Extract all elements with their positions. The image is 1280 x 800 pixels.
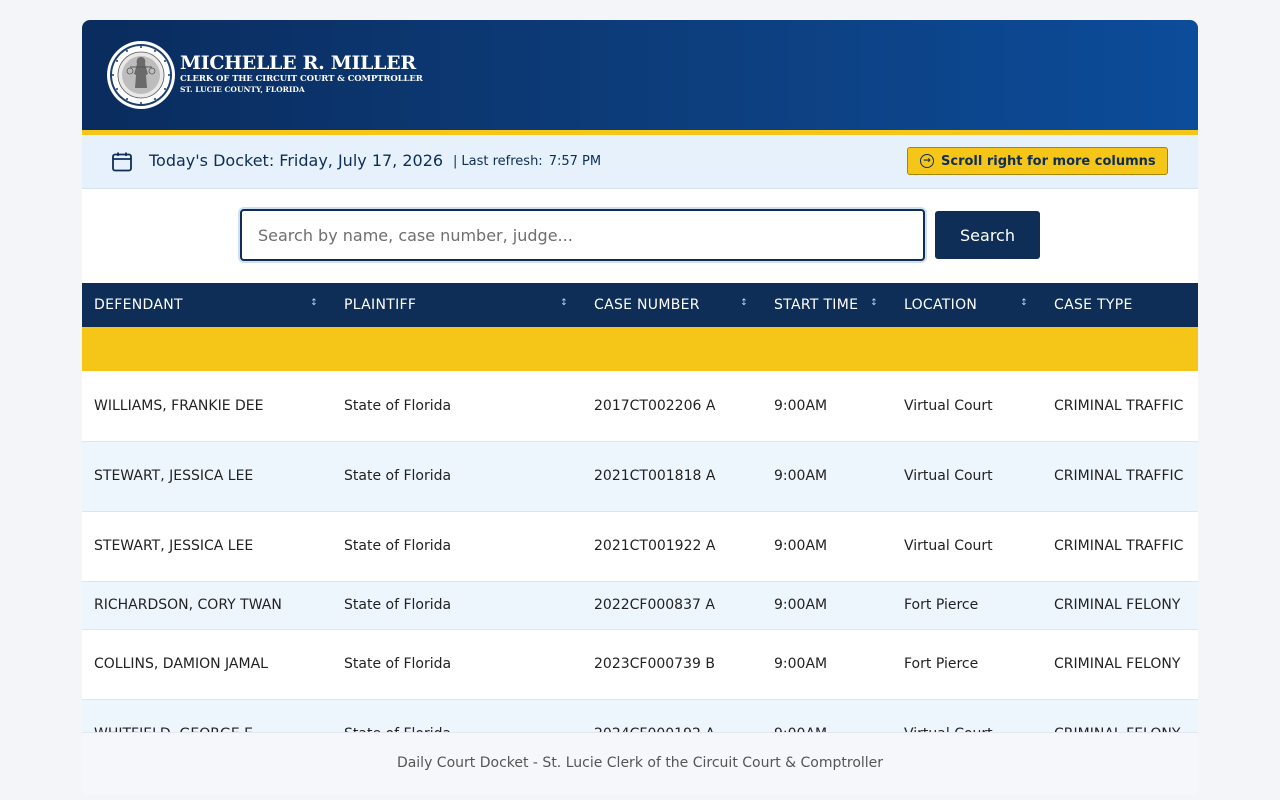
- cell-case-type: CRIMINAL TRAFFIC: [1042, 371, 1198, 442]
- cell-defendant: STEWART, JESSICA LEE: [82, 441, 332, 512]
- column-header-label: CASE NUMBER: [594, 297, 700, 313]
- cell-location: Fort Pierce: [892, 629, 1042, 700]
- search-input[interactable]: [240, 209, 925, 261]
- docket-card: MICHELLE R. MILLER CLERK OF THE CIRCUIT …: [82, 20, 1198, 795]
- column-header-label: DEFENDANT: [94, 297, 183, 313]
- cell-plaintiff: State of Florida: [332, 511, 582, 582]
- county-name: ST. LUCIE COUNTY, FLORIDA: [180, 85, 305, 94]
- refresh-label: Last refresh:: [461, 154, 543, 169]
- clerk-name: MICHELLE R. MILLER: [180, 52, 416, 74]
- column-header-plaintiff[interactable]: PLAINTIFF ↕: [332, 283, 582, 327]
- scroll-hint-label: Scroll right for more columns: [941, 153, 1156, 169]
- refresh-time: 7:57 PM: [548, 154, 602, 169]
- cell-plaintiff: State of Florida: [332, 441, 582, 512]
- table-row[interactable]: RICHARDSON, CORY TWAN State of Florida 2…: [82, 581, 1198, 630]
- cell-defendant: STEWART, JESSICA LEE: [82, 511, 332, 582]
- cell-case-type: CRIMINAL FELONY: [1042, 629, 1198, 700]
- cell-case-type: CRIMINAL FELONY: [1042, 581, 1198, 630]
- cell-location: Virtual Court: [892, 441, 1042, 512]
- county-seal-icon: [107, 41, 175, 109]
- refresh-separator: |: [453, 154, 458, 169]
- cell-case-type: CRIMINAL TRAFFIC: [1042, 511, 1198, 582]
- cell-start-time: 9:00AM: [762, 371, 892, 442]
- cell-defendant: COLLINS, DAMION JAMAL: [82, 629, 332, 700]
- column-header-defendant[interactable]: DEFENDANT ↕: [82, 283, 332, 327]
- docket-date-label: Today's Docket: Friday, July 17, 2026: [149, 151, 444, 170]
- cell-case-number: 2023CF000739 B: [582, 629, 762, 700]
- sort-icon: ↕: [310, 298, 318, 308]
- cell-plaintiff: State of Florida: [332, 629, 582, 700]
- search-area: Search: [82, 189, 1198, 283]
- sort-icon: ↕: [560, 298, 568, 308]
- column-header-label: START TIME: [774, 297, 859, 313]
- scroll-hint-button[interactable]: → Scroll right for more columns: [907, 147, 1168, 175]
- table-header-stripe: [82, 327, 1198, 371]
- cell-plaintiff: State of Florida: [332, 371, 582, 442]
- cell-case-number: 2021CT001922 A: [582, 511, 762, 582]
- column-header-label: LOCATION: [904, 297, 978, 313]
- cell-defendant: RICHARDSON, CORY TWAN: [82, 581, 332, 630]
- column-header-start-time[interactable]: START TIME ↕: [762, 283, 892, 327]
- brand-block: MICHELLE R. MILLER CLERK OF THE CIRCUIT …: [180, 52, 423, 95]
- last-refresh: | Last refresh: 7:57 PM: [453, 154, 601, 169]
- column-header-label: CASE TYPE: [1054, 297, 1133, 313]
- docket-info-bar: Today's Docket: Friday, July 17, 2026 | L…: [82, 135, 1198, 189]
- table-row[interactable]: WILLIAMS, FRANKIE DEE State of Florida 2…: [82, 371, 1198, 442]
- table-row[interactable]: STEWART, JESSICA LEE State of Florida 20…: [82, 441, 1198, 512]
- sort-icon: ↕: [740, 298, 748, 308]
- cell-start-time: 9:00AM: [762, 511, 892, 582]
- arrow-right-circle-icon: →: [920, 154, 934, 168]
- cell-case-number: 2022CF000837 A: [582, 581, 762, 630]
- table-row[interactable]: STEWART, JESSICA LEE State of Florida 20…: [82, 511, 1198, 582]
- cell-location: Virtual Court: [892, 511, 1042, 582]
- docket-table: DEFENDANT ↕ PLAINTIFF ↕ CASE NUMBER ↕ START…: [82, 283, 1198, 770]
- page-footer: Daily Court Docket - St. Lucie Clerk of …: [82, 732, 1198, 795]
- site-header: MICHELLE R. MILLER CLERK OF THE CIRCUIT …: [82, 20, 1198, 130]
- calendar-icon: [112, 152, 132, 172]
- cell-case-type: CRIMINAL TRAFFIC: [1042, 441, 1198, 512]
- cell-case-number: 2017CT002206 A: [582, 371, 762, 442]
- cell-case-number: 2021CT001818 A: [582, 441, 762, 512]
- search-button[interactable]: Search: [935, 211, 1040, 259]
- column-header-case-number[interactable]: CASE NUMBER ↕: [582, 283, 762, 327]
- sort-icon: ↕: [1020, 298, 1028, 308]
- cell-location: Virtual Court: [892, 371, 1042, 442]
- cell-start-time: 9:00AM: [762, 441, 892, 512]
- table-header-row: DEFENDANT ↕ PLAINTIFF ↕ CASE NUMBER ↕ START…: [82, 283, 1198, 327]
- clerk-title: CLERK OF THE CIRCUIT COURT & COMPTROLLER: [180, 74, 423, 84]
- cell-defendant: WILLIAMS, FRANKIE DEE: [82, 371, 332, 442]
- cell-start-time: 9:00AM: [762, 581, 892, 630]
- cell-plaintiff: State of Florida: [332, 581, 582, 630]
- cell-start-time: 9:00AM: [762, 629, 892, 700]
- sort-icon: ↕: [870, 298, 878, 308]
- column-header-label: PLAINTIFF: [344, 297, 417, 313]
- column-header-case-type[interactable]: CASE TYPE: [1042, 283, 1198, 327]
- cell-location: Fort Pierce: [892, 581, 1042, 630]
- column-header-location[interactable]: LOCATION ↕: [892, 283, 1042, 327]
- table-row[interactable]: COLLINS, DAMION JAMAL State of Florida 2…: [82, 629, 1198, 700]
